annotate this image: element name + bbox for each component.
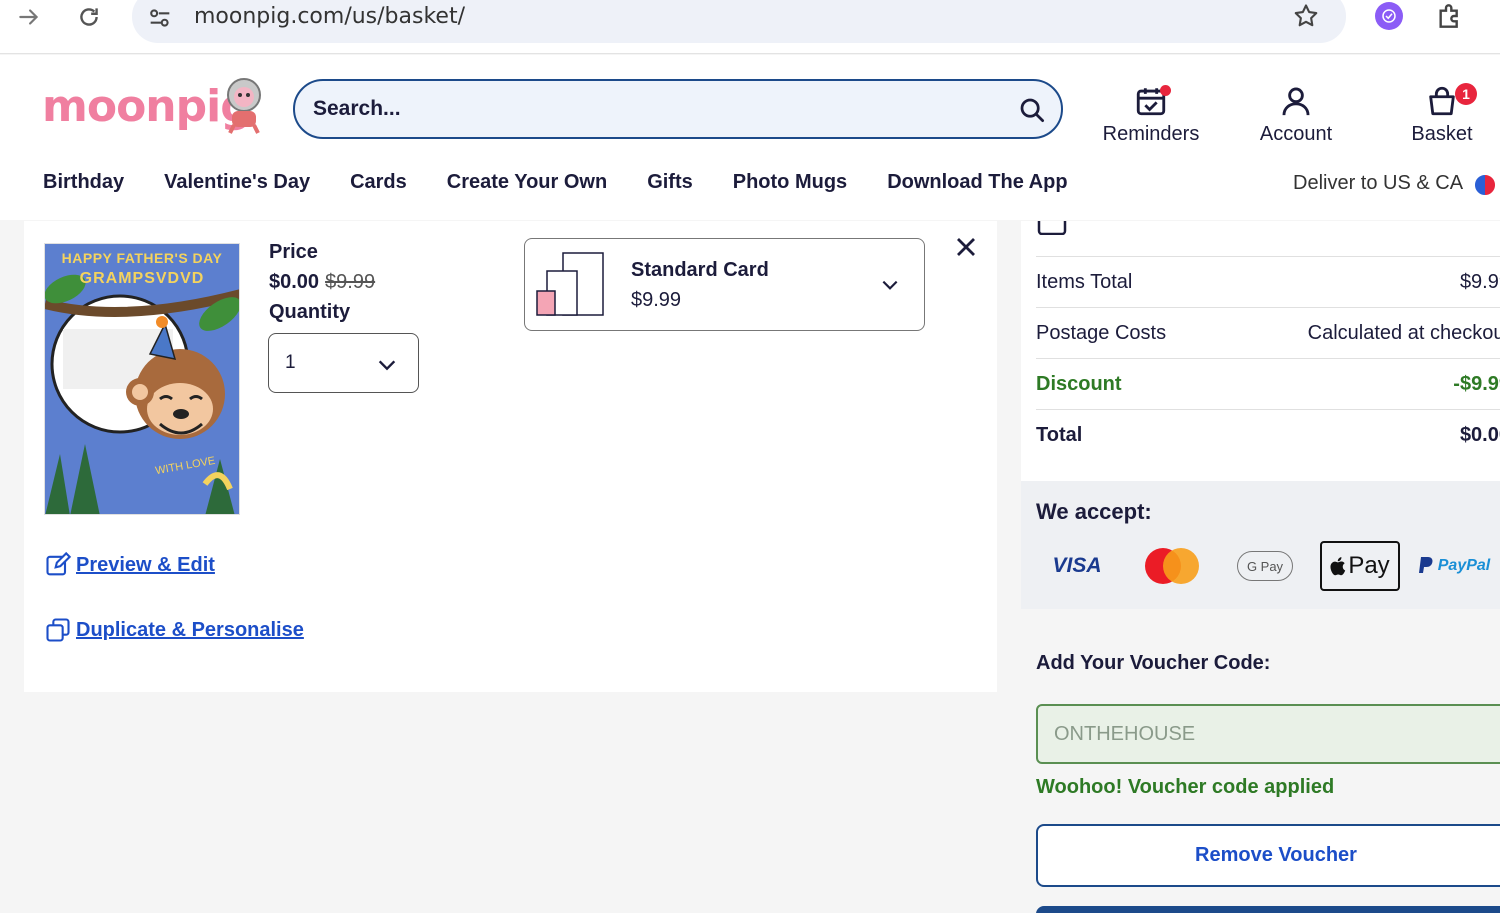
postage-row: Postage Costs Calculated at checkout <box>1036 307 1500 358</box>
quantity-select[interactable]: 1 <box>268 333 419 393</box>
quantity-label: Quantity <box>269 301 351 323</box>
paypal-text: PayPal <box>1437 557 1491 574</box>
basket-label: Basket <box>1411 123 1473 145</box>
chevron-down-icon <box>378 360 396 371</box>
globe-flag-icon[interactable] <box>1472 172 1498 198</box>
address-bar[interactable]: moonpig.com/us/basket/ <box>132 0 1346 43</box>
price-label: Price <box>269 241 318 263</box>
reminders-button[interactable]: Reminders <box>1096 79 1206 146</box>
apple-pay-text: Pay <box>1348 552 1390 579</box>
remove-item-close-icon[interactable] <box>954 235 978 259</box>
card-size-select[interactable]: Standard Card $9.99 <box>524 238 925 331</box>
duplicate-icon <box>46 618 70 642</box>
bookmark-star-icon[interactable] <box>1292 2 1320 30</box>
total-row: Total $0.00 <box>1036 409 1500 460</box>
quantity-value: 1 <box>285 352 296 373</box>
basket-item-card: HAPPY FATHER'S DAY GRAMPSVDVD WITH LOVE … <box>24 221 997 692</box>
visa-text: VISA <box>1052 554 1102 577</box>
basket-count-badge: 1 <box>1455 83 1477 105</box>
card-title-line1: HAPPY FATHER'S DAY <box>61 250 223 266</box>
account-label: Account <box>1259 123 1333 145</box>
edit-pencil-icon <box>46 551 72 576</box>
account-button[interactable]: Account <box>1241 79 1351 146</box>
mascot-logo-icon <box>227 78 261 134</box>
original-price: $9.99 <box>325 271 376 293</box>
search-icon[interactable] <box>1017 95 1047 125</box>
nav-birthday[interactable]: Birthday <box>43 171 124 194</box>
visa-logo: VISA <box>1045 541 1109 591</box>
card-size-price: $9.99 <box>631 289 682 311</box>
reminders-label: Reminders <box>1102 123 1200 145</box>
url-text: moonpig.com/us/basket/ <box>194 4 465 29</box>
search-input[interactable] <box>313 93 993 125</box>
paypal-logo: PayPal <box>1413 541 1495 591</box>
discount-value: -$9.99 <box>1453 372 1500 395</box>
extension-icon[interactable] <box>1375 2 1403 30</box>
voucher-success-message: Woohoo! Voucher code applied <box>1036 776 1335 798</box>
gpay-text: G Pay <box>1246 558 1284 574</box>
price-value: $0.00 $9.99 <box>269 271 375 294</box>
basket-button[interactable]: 1 Basket <box>1387 79 1497 146</box>
chevron-down-icon <box>882 280 898 290</box>
discount-label: Discount <box>1036 372 1122 395</box>
apple-icon <box>1330 557 1346 576</box>
nav-download-app[interactable]: Download The App <box>887 171 1067 194</box>
voucher-label: Add Your Voucher Code: <box>1036 652 1271 674</box>
voucher-code-input[interactable] <box>1036 704 1500 764</box>
search-bar[interactable] <box>293 79 1063 139</box>
nav-create-your-own[interactable]: Create Your Own <box>447 171 607 194</box>
site-settings-icon <box>150 9 170 27</box>
items-total-value: $9.99 <box>1459 270 1500 293</box>
nav-photo-mugs[interactable]: Photo Mugs <box>733 171 847 194</box>
extension-logo-icon <box>1382 9 1396 23</box>
reload-button[interactable] <box>74 2 104 32</box>
checkout-button[interactable] <box>1036 906 1500 913</box>
items-total-row: Items Total $9.99 <box>1036 256 1500 307</box>
summary-icon <box>1037 221 1067 235</box>
current-price: $0.00 <box>269 271 320 293</box>
card-size-name: Standard Card <box>631 259 769 281</box>
mastercard-icon <box>1145 548 1199 584</box>
total-value: $0.00 <box>1459 423 1500 446</box>
remove-voucher-button[interactable]: Remove Voucher <box>1036 824 1500 887</box>
browser-toolbar: moonpig.com/us/basket/ <box>0 0 1500 54</box>
total-label: Total <box>1036 423 1083 446</box>
google-pay-logo: G Pay <box>1237 541 1293 591</box>
card-thumbnail[interactable]: HAPPY FATHER'S DAY GRAMPSVDVD WITH LOVE <box>44 243 240 515</box>
nav-cards[interactable]: Cards <box>350 171 407 194</box>
extensions-puzzle-icon[interactable] <box>1434 0 1466 32</box>
we-accept-title: We accept: <box>1036 499 1152 524</box>
preview-edit-link[interactable]: Preview & Edit <box>44 551 215 579</box>
reminder-notification-dot <box>1160 85 1171 96</box>
card-title-line2: GRAMPSVDVD <box>79 270 205 287</box>
payment-methods: We accept: VISA G Pay Pay PayPal <box>1021 481 1500 609</box>
duplicate-personalise-link[interactable]: Duplicate & Personalise <box>44 616 304 644</box>
forward-button[interactable] <box>14 2 44 32</box>
basket-bag-icon <box>1429 86 1455 116</box>
user-icon <box>1282 87 1310 116</box>
card-size-icon <box>536 252 604 316</box>
mastercard-logo <box>1139 541 1205 591</box>
nav-valentines-day[interactable]: Valentine's Day <box>164 171 310 194</box>
nav-gifts[interactable]: Gifts <box>647 171 693 194</box>
discount-row: Discount -$9.99 <box>1036 358 1500 409</box>
paypal-icon <box>1418 557 1433 573</box>
category-nav: Birthday Valentine's Day Cards Create Yo… <box>43 171 1108 194</box>
site-header: moonpig Reminders Account 1 Basket Birth… <box>0 55 1500 220</box>
postage-label: Postage Costs <box>1036 321 1167 344</box>
basket-summary: Items Total $9.99 Postage Costs Calculat… <box>1021 221 1500 481</box>
reload-icon <box>80 8 98 26</box>
deliver-to-selector[interactable]: Deliver to US & CA <box>1293 172 1463 195</box>
duplicate-label: Duplicate & Personalise <box>76 618 304 641</box>
preview-edit-label: Preview & Edit <box>76 553 215 576</box>
postage-value: Calculated at checkout <box>1307 321 1500 344</box>
apple-pay-logo: Pay <box>1320 541 1400 591</box>
items-total-label: Items Total <box>1036 270 1133 293</box>
arrow-right-icon <box>19 9 39 25</box>
